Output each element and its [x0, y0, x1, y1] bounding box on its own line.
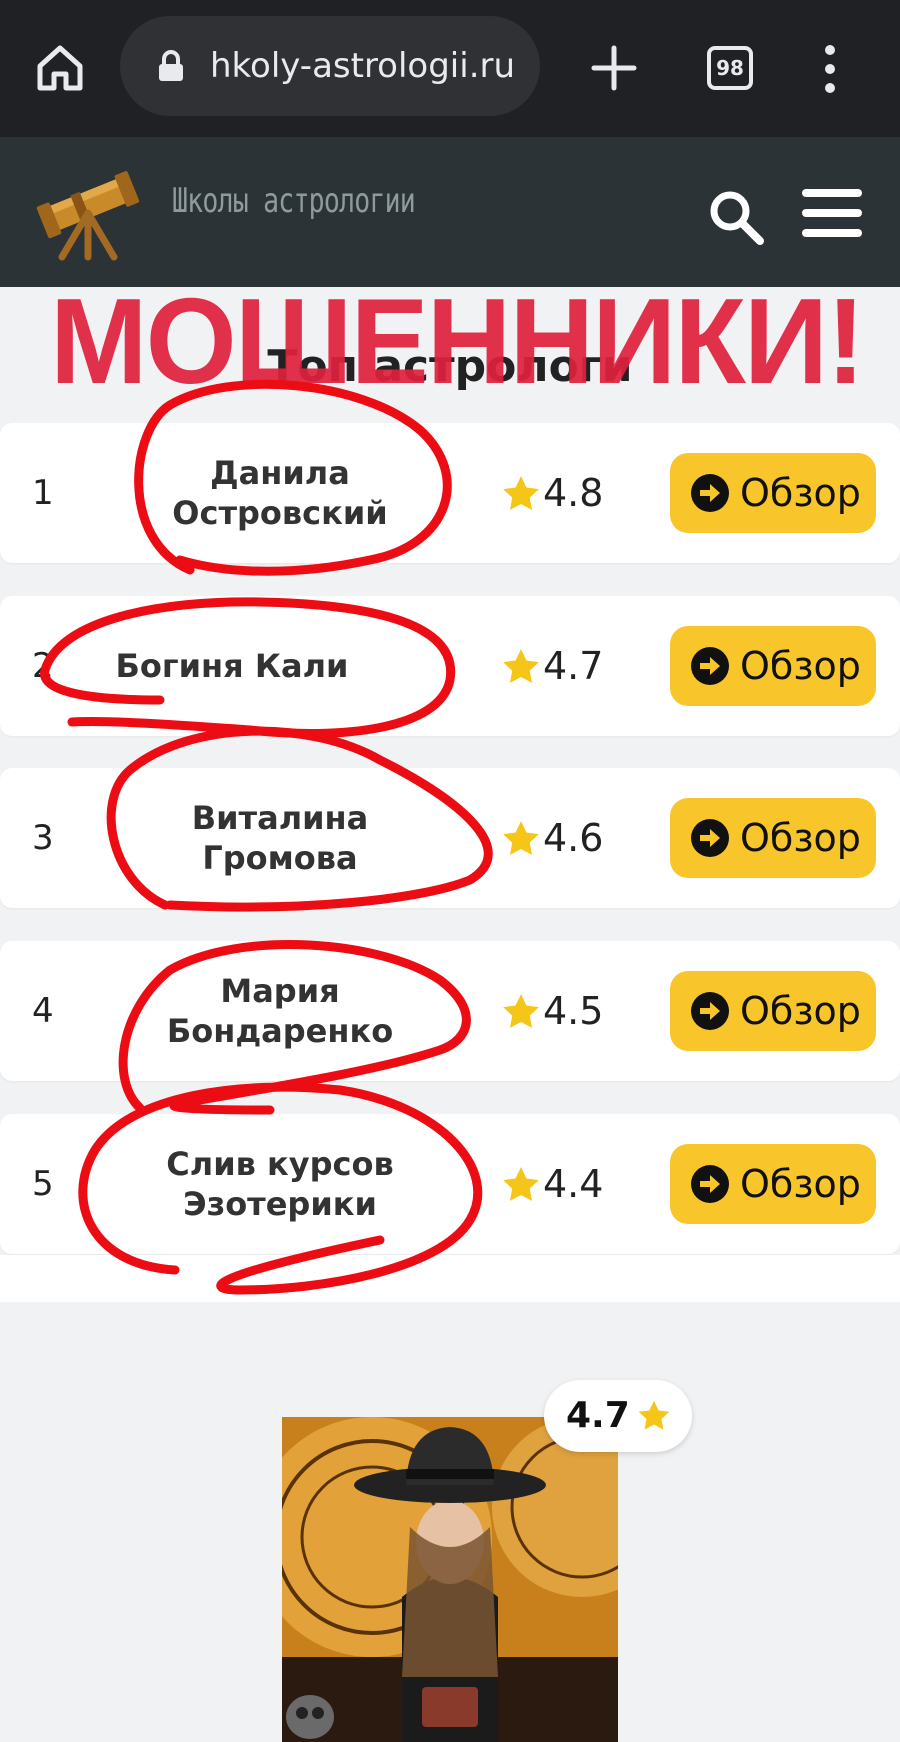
site-header: Школы астрологии: [0, 137, 900, 287]
astrologer-name[interactable]: Данила Островский: [160, 423, 400, 563]
review-button-label: Обзор: [740, 816, 861, 860]
star-icon: [503, 1167, 539, 1201]
address-bar[interactable]: hkoly-astrologii.ru: [120, 16, 540, 116]
ranking-section: Топ астрологи 1 Данила Островский 4.8 Об…: [0, 273, 900, 1302]
browser-toolbar: hkoly-astrologii.ru 98: [0, 0, 900, 137]
review-button[interactable]: Обзор: [670, 798, 876, 878]
rating-value: 4.8: [543, 471, 604, 515]
astrologer-photo[interactable]: [282, 1417, 618, 1742]
arrow-right-circle-icon: [691, 992, 729, 1030]
review-button-label: Обзор: [740, 989, 861, 1033]
astrologer-name[interactable]: Богиня Кали: [112, 596, 352, 736]
review-button-label: Обзор: [740, 1162, 861, 1206]
plus-icon[interactable]: [588, 38, 640, 98]
rank-number: 5: [32, 1164, 54, 1204]
tabs-counter-button[interactable]: 98: [707, 46, 753, 90]
url-text: hkoly-astrologii.ru: [210, 46, 516, 86]
list-item: 4 Мария Бондаренко 4.5 Обзор: [0, 941, 900, 1081]
astrologer-name[interactable]: Слив курсов Эзотерики: [160, 1114, 400, 1254]
arrow-right-circle-icon: [691, 474, 729, 512]
star-icon: [503, 821, 539, 855]
arrow-right-circle-icon: [691, 647, 729, 685]
list-item: 5 Слив курсов Эзотерики 4.4 Обзор: [0, 1114, 900, 1254]
review-button[interactable]: Обзор: [670, 971, 876, 1051]
rating-value: 4.6: [543, 816, 604, 860]
rank-number: 3: [32, 818, 54, 858]
review-button[interactable]: Обзор: [670, 1144, 876, 1224]
search-icon[interactable]: [706, 187, 766, 247]
arrow-right-circle-icon: [691, 819, 729, 857]
review-button-label: Обзор: [740, 471, 861, 515]
scam-banner-text: МОШЕННИКИ!: [50, 273, 865, 409]
card-rating-badge: 4.7: [544, 1380, 692, 1452]
rating-value: 4.4: [543, 1162, 604, 1206]
astrologer-name[interactable]: Виталина Громова: [160, 768, 400, 908]
rank-number: 1: [32, 473, 54, 513]
telescope-logo-icon[interactable]: [36, 157, 144, 261]
list-item: 2 Богиня Кали 4.7 Обзор: [0, 596, 900, 736]
arrow-right-circle-icon: [691, 1165, 729, 1203]
astrologer-name[interactable]: Мария Бондаренко: [160, 941, 400, 1081]
star-icon: [503, 649, 539, 683]
star-icon: [503, 994, 539, 1028]
ranking-list: Топ астрологи 1 Данила Островский 4.8 Об…: [0, 273, 900, 1302]
star-icon: [638, 1400, 670, 1430]
rank-number: 4: [32, 991, 54, 1031]
hamburger-menu-icon[interactable]: [800, 185, 864, 241]
review-button[interactable]: Обзор: [670, 453, 876, 533]
card-rating-value: 4.7: [566, 1395, 630, 1436]
rating-value: 4.5: [543, 989, 604, 1033]
list-item: 1 Данила Островский 4.8 Обзор: [0, 423, 900, 563]
site-logo-text[interactable]: Школы астрологии: [172, 181, 416, 221]
list-item: 3 Виталина Громова 4.6 Обзор: [0, 768, 900, 908]
review-button-label: Обзор: [740, 644, 861, 688]
rating-value: 4.7: [543, 644, 604, 688]
home-icon[interactable]: [32, 40, 88, 96]
rank-number: 2: [32, 646, 54, 686]
star-icon: [503, 476, 539, 510]
lock-icon: [159, 50, 183, 81]
section-bottom-divider: [0, 1255, 900, 1302]
review-button[interactable]: Обзор: [670, 626, 876, 706]
more-vert-icon[interactable]: [810, 42, 850, 96]
